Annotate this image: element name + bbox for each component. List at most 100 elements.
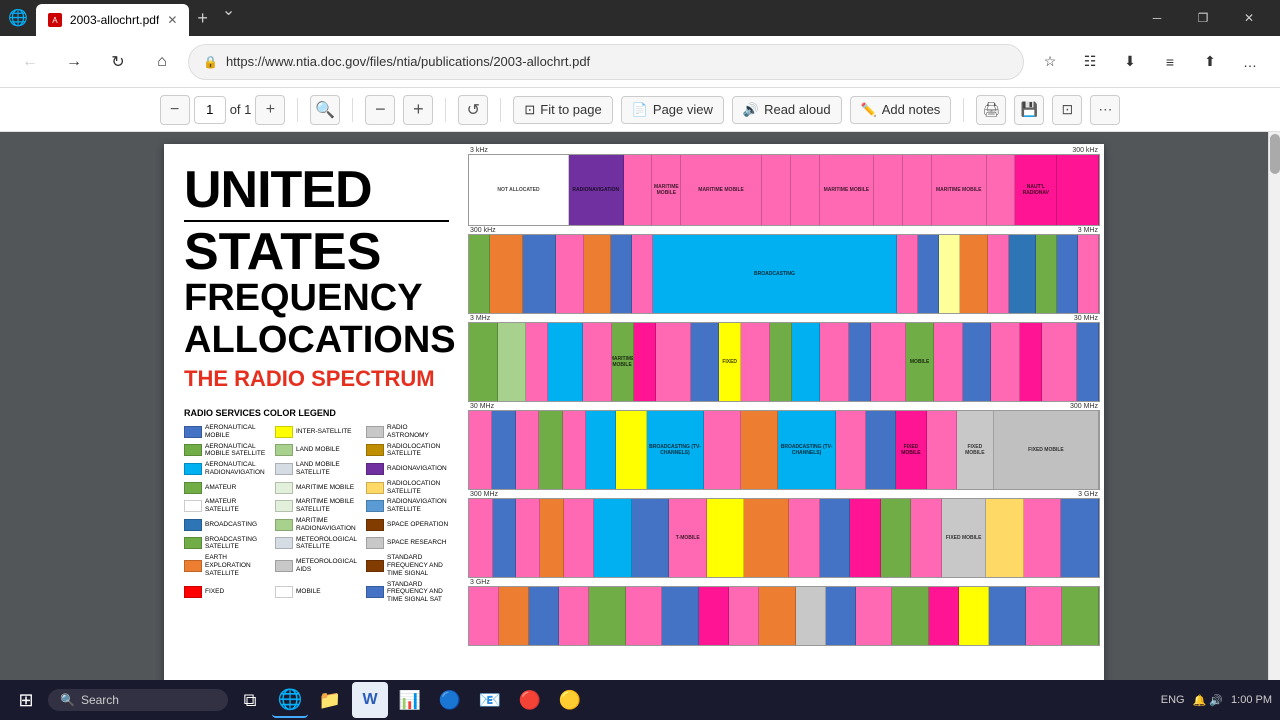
share-button[interactable]: ⬆ bbox=[1192, 44, 1228, 80]
taskbar-app2[interactable]: 🔵 bbox=[432, 682, 468, 718]
band-segment bbox=[516, 411, 539, 489]
legend-item: RADIONAVIGATION bbox=[366, 461, 449, 477]
minimize-button[interactable]: ─ bbox=[1134, 0, 1180, 36]
download-button[interactable]: ⬇ bbox=[1112, 44, 1148, 80]
band-segment bbox=[959, 587, 989, 645]
band-segment bbox=[539, 411, 562, 489]
add-notes-button[interactable]: ✏️ Add notes bbox=[850, 96, 952, 124]
pdf-page-total: of 1 bbox=[230, 102, 252, 117]
taskbar-time: 1:00 PM bbox=[1231, 694, 1272, 706]
legend-item: MARITIME MOBILE SATELLITE bbox=[275, 498, 358, 514]
legend-item: AERONAUTICAL MOBILE SATELLITE bbox=[184, 443, 267, 459]
band-segment bbox=[987, 155, 1016, 225]
band-segment bbox=[792, 323, 821, 401]
legend-swatch bbox=[366, 463, 384, 475]
band-segment bbox=[918, 235, 939, 313]
band-segment bbox=[691, 323, 720, 401]
legend-swatch bbox=[275, 586, 293, 598]
save-button[interactable]: 💾 bbox=[1014, 95, 1044, 125]
band-segment bbox=[988, 235, 1009, 313]
pdf-page-input[interactable] bbox=[194, 96, 226, 124]
legend-swatch bbox=[184, 560, 202, 572]
reading-view-button[interactable]: ≡ bbox=[1152, 44, 1188, 80]
band-segment bbox=[583, 323, 612, 401]
tab-favicon: A bbox=[48, 13, 62, 27]
taskbar-mail[interactable]: 📧 bbox=[472, 682, 508, 718]
active-tab[interactable]: A 2003-allochrt.pdf ✕ bbox=[36, 4, 189, 36]
taskbar-app3[interactable]: 🔴 bbox=[512, 682, 548, 718]
close-tab-button[interactable]: ✕ bbox=[167, 13, 177, 27]
read-aloud-button[interactable]: 🔊 Read aloud bbox=[732, 96, 842, 124]
close-window-button[interactable]: ✕ bbox=[1226, 0, 1272, 36]
pdf-rotate[interactable]: ↺ bbox=[458, 95, 488, 125]
band-segment bbox=[559, 587, 589, 645]
pdf-zoom-in[interactable]: + bbox=[403, 95, 433, 125]
freq-label-left: 300 kHz bbox=[470, 227, 496, 234]
band-segment bbox=[903, 155, 932, 225]
band-segment bbox=[762, 155, 791, 225]
scrollbar-thumb[interactable] bbox=[1270, 134, 1280, 174]
band-segment-label: RADIONAVIGATION bbox=[572, 187, 619, 193]
band-segment: MARITIME MOBILE bbox=[681, 155, 762, 225]
legend-swatch bbox=[366, 500, 384, 512]
legend-label: MARITIME MOBILE bbox=[296, 484, 354, 492]
start-button[interactable]: ⊞ bbox=[8, 682, 44, 718]
band-segment: MARITIME MOBILE bbox=[612, 323, 634, 401]
band-segment bbox=[516, 499, 540, 577]
legend-item: LAND MOBILE bbox=[275, 443, 358, 459]
band-segment bbox=[929, 587, 959, 645]
maximize-button[interactable]: ❐ bbox=[1180, 0, 1226, 36]
pdf-prev-page[interactable]: − bbox=[160, 95, 190, 125]
band-segment bbox=[1026, 587, 1063, 645]
band-segment bbox=[634, 323, 656, 401]
freq-label-left: 30 MHz bbox=[470, 403, 494, 410]
pdf-next-page[interactable]: + bbox=[255, 95, 285, 125]
read-aloud-label: Read aloud bbox=[764, 102, 831, 117]
legend-item: INTER-SATELLITE bbox=[275, 424, 358, 440]
legend-swatch bbox=[366, 560, 384, 572]
band-segment bbox=[986, 499, 1024, 577]
taskbar-explorer[interactable]: 📁 bbox=[312, 682, 348, 718]
refresh-button[interactable]: ↻ bbox=[100, 44, 136, 80]
pdf-zoom-out[interactable]: − bbox=[365, 95, 395, 125]
legend-swatch bbox=[366, 519, 384, 531]
immersive-button[interactable]: ⊡ bbox=[1052, 95, 1082, 125]
freq-label-right: 300 kHz bbox=[1072, 147, 1098, 154]
page-view-button[interactable]: 📄 Page view bbox=[621, 96, 724, 124]
url-bar[interactable]: 🔒 https://www.ntia.doc.gov/files/ntia/pu… bbox=[188, 44, 1024, 80]
more-button[interactable]: … bbox=[1232, 44, 1268, 80]
legend-label: RADIONAVIGATION bbox=[387, 465, 447, 473]
tray-lang: ENG bbox=[1161, 694, 1185, 706]
favorites-button[interactable]: ☆ bbox=[1032, 44, 1068, 80]
tab-overflow-button[interactable]: ⌄ bbox=[216, 0, 241, 36]
spectrum-band-row bbox=[468, 586, 1100, 646]
collections-button[interactable]: ☷ bbox=[1072, 44, 1108, 80]
legend-swatch bbox=[366, 586, 384, 598]
legend-title: RADIO SERVICES COLOR LEGEND bbox=[184, 408, 449, 418]
band-segment-label: T-MOBILE bbox=[676, 535, 700, 541]
more-tools-button[interactable]: ⋯ bbox=[1090, 95, 1120, 125]
separator-4 bbox=[500, 98, 501, 122]
pdf-search-button[interactable]: 🔍 bbox=[310, 95, 340, 125]
taskbar-search[interactable]: 🔍 Search bbox=[48, 689, 228, 711]
taskbar-word[interactable]: W bbox=[352, 682, 388, 718]
legend-label: SPACE OPERATION bbox=[387, 521, 448, 529]
new-tab-button[interactable]: + bbox=[189, 0, 216, 36]
band-segment bbox=[874, 155, 903, 225]
vertical-scrollbar[interactable] bbox=[1268, 132, 1280, 720]
title-divider bbox=[184, 220, 449, 222]
back-button[interactable]: ← bbox=[12, 44, 48, 80]
fit-to-page-button[interactable]: ⊡ Fit to page bbox=[513, 96, 612, 124]
taskbar-app4[interactable]: 🟡 bbox=[552, 682, 588, 718]
task-view-button[interactable]: ⧉ bbox=[232, 682, 268, 718]
taskbar-powerpoint[interactable]: 📊 bbox=[392, 682, 428, 718]
print-button[interactable]: 🖨 bbox=[976, 95, 1006, 125]
taskbar-edge[interactable]: 🌐 bbox=[272, 682, 308, 718]
forward-button[interactable]: → bbox=[56, 44, 92, 80]
band-segment bbox=[927, 411, 957, 489]
band-segment bbox=[850, 499, 881, 577]
home-button[interactable]: ⌂ bbox=[144, 44, 180, 80]
separator-2 bbox=[352, 98, 353, 122]
legend-swatch bbox=[184, 519, 202, 531]
band-segment bbox=[626, 587, 663, 645]
